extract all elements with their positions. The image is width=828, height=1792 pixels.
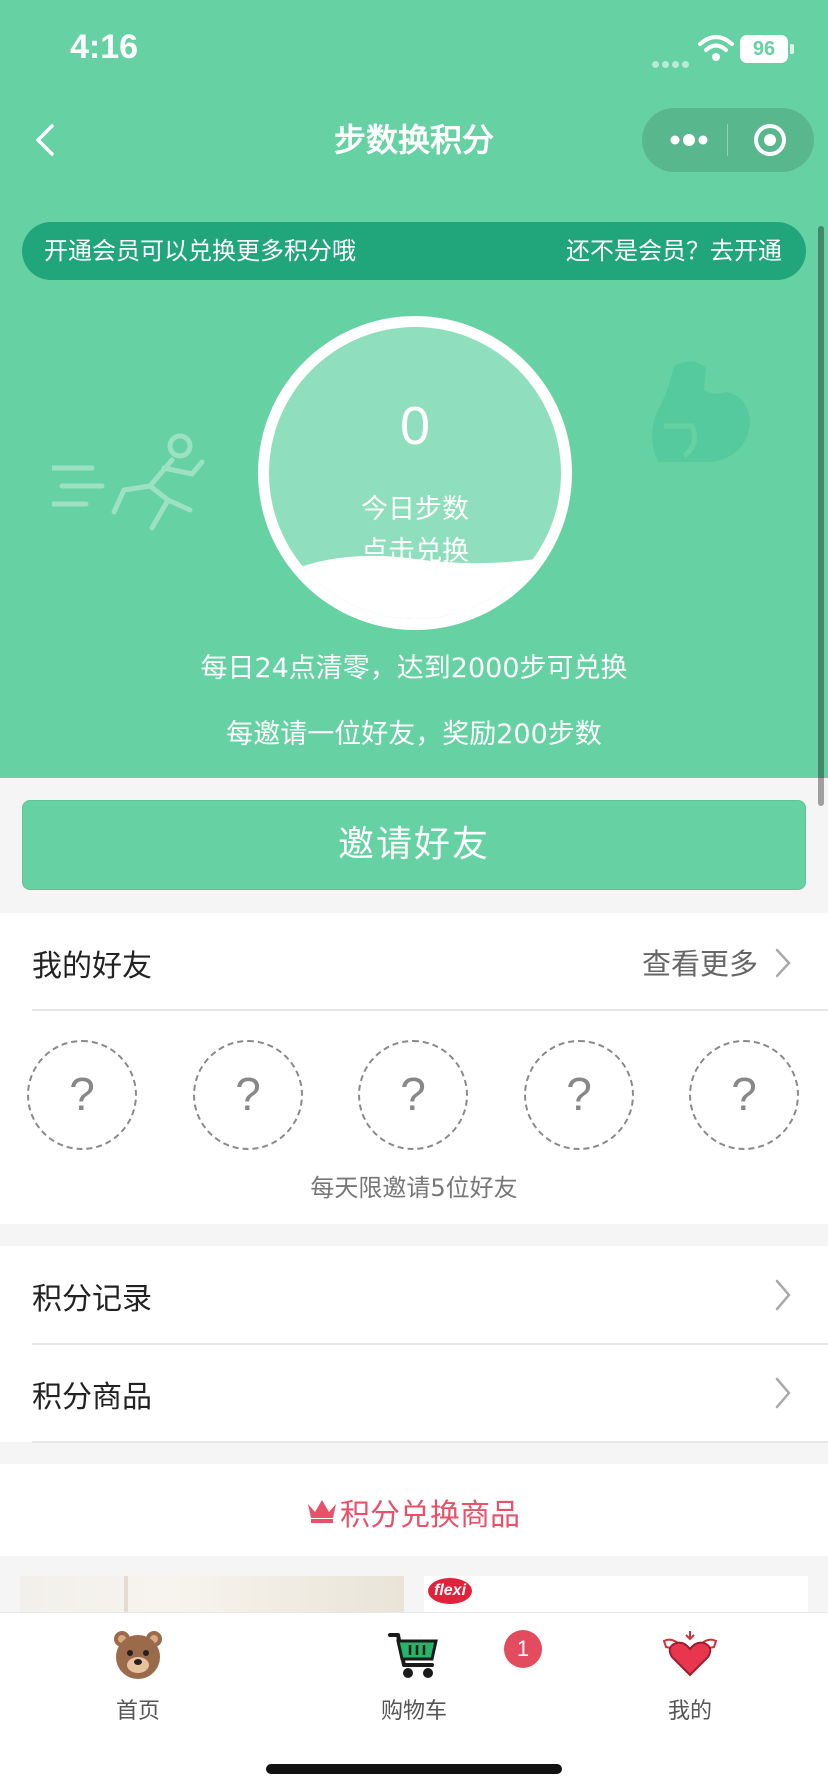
friend-slot[interactable]: ? — [524, 1040, 634, 1150]
section-title: 积分兑换商品 — [340, 1498, 520, 1533]
cart-icon — [388, 1633, 438, 1678]
bear-icon — [114, 1631, 162, 1679]
tab-mine[interactable]: 我的 — [552, 1613, 828, 1753]
winged-heart-icon — [662, 1631, 718, 1677]
crown-icon — [308, 1500, 336, 1523]
signal-icon — [652, 53, 692, 72]
friend-slot[interactable]: ? — [193, 1040, 303, 1150]
divider — [32, 1441, 828, 1443]
invite-rule-text: 每邀请一位好友，奖励200步数 — [226, 719, 602, 750]
menu-item-points-products[interactable]: 积分商品 — [0, 1344, 828, 1443]
invite-limit-text: 每天限邀请5位好友 — [310, 1174, 518, 1202]
brand-logo: flexi — [428, 1578, 473, 1604]
steps-circle-inner: 0 今日步数 点击兑换 — [269, 327, 561, 619]
product-card-image[interactable]: flexi — [424, 1576, 808, 1616]
friend-slot[interactable]: ? — [358, 1040, 468, 1150]
friends-title: 我的好友 — [32, 949, 152, 984]
status-time: 4:16 — [70, 28, 139, 66]
friends-section: 我的好友 查看更多 ? ? ? ? ? 每天限邀请5位好友 — [0, 913, 828, 1224]
step-label: 今日步数 — [361, 494, 469, 525]
battery-indicator: 96 — [740, 35, 788, 63]
divider — [32, 1009, 828, 1011]
member-banner-text: 开通会员可以兑换更多积分哦 — [44, 237, 356, 265]
capsule-divider — [727, 124, 728, 156]
tab-label: 我的 — [667, 1699, 712, 1724]
product-card-image[interactable] — [20, 1576, 404, 1616]
scrollbar[interactable] — [818, 226, 824, 806]
tab-home[interactable]: 首页 — [0, 1613, 276, 1753]
view-more-link[interactable]: 查看更多 — [642, 941, 758, 983]
invite-friends-button[interactable]: 邀请好友 — [22, 800, 806, 890]
chevron-right-icon — [775, 1279, 791, 1311]
battery-tip — [790, 44, 794, 54]
chevron-right-icon[interactable] — [774, 947, 792, 979]
status-bar: 4:16 96 — [0, 0, 828, 100]
points-menu: 积分记录 积分商品 — [0, 1246, 828, 1443]
hero-panel: 4:16 96 步数换积分 开通会员可以兑换更多积分哦 还不是会员？去开通 0 … — [0, 0, 828, 778]
member-banner[interactable]: 开通会员可以兑换更多积分哦 还不是会员？去开通 — [22, 222, 806, 280]
tab-label: 购物车 — [380, 1699, 447, 1724]
menu-item-label: 积分商品 — [32, 1380, 152, 1415]
friend-slot[interactable]: ? — [27, 1040, 137, 1150]
chevron-right-icon — [775, 1377, 791, 1409]
friend-slot[interactable]: ? — [689, 1040, 799, 1150]
more-icon[interactable] — [664, 124, 714, 156]
miniprogram-capsule — [642, 108, 814, 172]
close-target-icon[interactable] — [750, 122, 790, 158]
cart-count-badge: 1 — [504, 1630, 542, 1668]
member-open-link[interactable]: 还不是会员？去开通 — [566, 222, 782, 280]
exchange-action-text[interactable]: 点击兑换 — [269, 529, 561, 568]
image-detail — [124, 1576, 128, 1616]
menu-item-points-record[interactable]: 积分记录 — [0, 1246, 828, 1345]
reset-rule-text: 每日24点清零，达到2000步可兑换 — [200, 653, 628, 684]
runner-icon — [52, 433, 205, 531]
steps-exchange-circle[interactable]: 0 今日步数 点击兑换 — [258, 316, 572, 630]
muscle-arm-icon — [652, 361, 750, 462]
step-count: 0 — [399, 396, 431, 456]
menu-item-label: 积分记录 — [32, 1282, 152, 1317]
home-indicator[interactable] — [266, 1764, 562, 1774]
wifi-icon — [698, 35, 734, 61]
exchange-products-header: 积分兑换商品 — [0, 1464, 828, 1556]
tab-label: 首页 — [115, 1699, 160, 1724]
